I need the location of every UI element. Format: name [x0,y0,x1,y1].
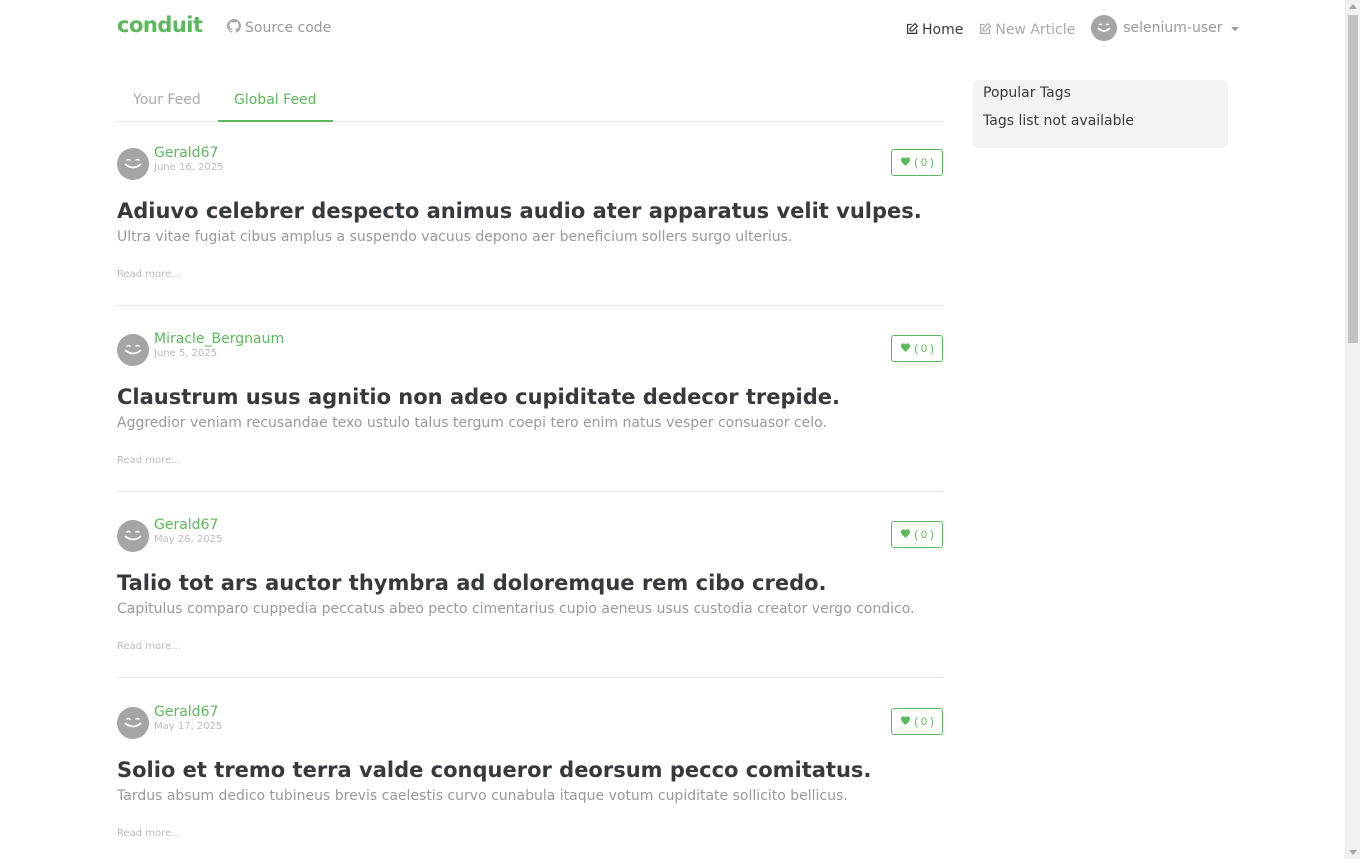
heart-icon [900,342,911,355]
article-title[interactable]: Claustrum usus agnitio non adeo cupidita… [117,383,943,411]
article-title[interactable]: Solio et tremo terra valde conqueror deo… [117,756,943,784]
tags-empty-message: Tags list not available [983,113,1135,129]
author-avatar[interactable] [117,520,149,552]
article-title[interactable]: Adiuvo celebrer despecto animus audio at… [117,197,943,225]
article-preview: Gerald67 May 17, 2025 ( 0 ) Solio et tre… [117,704,943,859]
github-icon [227,19,241,37]
article-description: Tardus absum dedico tubineus brevis cael… [117,788,848,804]
caret-down-icon [1230,27,1239,31]
author-name-link[interactable]: Gerald67 [154,145,218,161]
article-preview: Miracle_Bergnaum June 5, 2025 ( 0 ) Clau… [117,331,943,492]
brand-logo[interactable]: conduit [117,13,203,37]
article-meta: Gerald67 May 17, 2025 ( 0 ) [117,704,943,744]
page-scrollbar[interactable] [1345,0,1360,859]
article-meta: Gerald67 May 26, 2025 ( 0 ) [117,517,943,557]
popular-tags-sidebar: Popular Tags Tags list not available [973,80,1228,148]
heart-icon [900,715,911,728]
article-meta: Miracle_Bergnaum June 5, 2025 ( 0 ) [117,331,943,371]
user-avatar [1091,15,1118,41]
scroll-up-arrow-icon[interactable] [1349,4,1357,9]
favorite-button[interactable]: ( 0 ) [891,149,943,176]
author-name-link[interactable]: Miracle_Bergnaum [154,331,284,347]
favorite-count: ( 0 ) [914,528,934,541]
article-preview: Gerald67 June 16, 2025 ( 0 ) Adiuvo cele… [117,145,943,306]
scroll-down-arrow-icon[interactable] [1349,850,1357,855]
sidebar-title: Popular Tags [983,85,1071,101]
user-menu-dropdown[interactable]: selenium-user [1091,15,1239,41]
author-name-link[interactable]: Gerald67 [154,704,218,720]
author-avatar[interactable] [117,334,149,366]
author-avatar[interactable] [117,148,149,180]
favorite-count: ( 0 ) [914,156,934,169]
article-meta: Gerald67 June 16, 2025 ( 0 ) [117,145,943,185]
favorite-count: ( 0 ) [914,342,934,355]
article-description: Aggredior veniam recusandae texo ustulo … [117,415,827,431]
heart-icon [900,156,911,169]
feed-tabs: Your Feed Global Feed [117,80,943,122]
article-date: May 17, 2025 [154,721,223,732]
article-preview: Gerald67 May 26, 2025 ( 0 ) Talio tot ar… [117,517,943,678]
read-more-link[interactable]: Read more... [117,828,943,839]
article-title[interactable]: Talio tot ars auctor thymbra ad doloremq… [117,569,943,597]
article-date: May 26, 2025 [154,534,223,545]
article-description: Capitulus comparo cuppedia peccatus abeo… [117,601,915,617]
read-more-link[interactable]: Read more... [117,269,943,280]
nav-links: Home New Article selenium-user [906,15,1239,41]
favorite-count: ( 0 ) [914,715,934,728]
article-date: June 16, 2025 [154,162,224,173]
heart-icon [900,528,911,541]
read-more-link[interactable]: Read more... [117,641,943,652]
source-code-link[interactable]: Source code [227,19,331,37]
article-description: Ultra vitae fugiat cibus amplus a suspen… [117,229,793,245]
source-code-label: Source code [245,20,332,36]
scrollbar-thumb[interactable] [1348,15,1358,343]
favorite-button[interactable]: ( 0 ) [891,521,943,548]
read-more-link[interactable]: Read more... [117,455,943,466]
tab-global-feed[interactable]: Global Feed [218,80,333,122]
nav-home-label: Home [922,22,964,38]
favorite-button[interactable]: ( 0 ) [891,708,943,735]
nav-home-link[interactable]: Home [906,22,963,39]
article-date: June 5, 2025 [154,348,218,359]
author-name-link[interactable]: Gerald67 [154,517,218,533]
author-avatar[interactable] [117,707,149,739]
username-label: selenium-user [1123,20,1223,36]
nav-new-article-label: New Article [995,22,1076,38]
tab-your-feed[interactable]: Your Feed [117,80,217,122]
edit-icon [906,22,919,39]
top-navbar: conduit Source code Home New Article sel… [0,0,1345,56]
favorite-button[interactable]: ( 0 ) [891,335,943,362]
compose-icon [979,22,992,39]
nav-new-article-link[interactable]: New Article [979,22,1075,39]
